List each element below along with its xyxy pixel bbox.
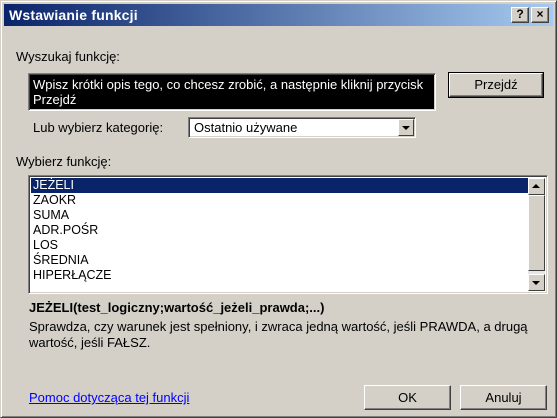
close-icon[interactable]: × xyxy=(531,7,549,23)
title-bar[interactable]: Wstawianie funkcji ? × xyxy=(4,4,553,26)
search-label: Wyszukaj funkcję: xyxy=(16,49,120,64)
arrow-glyph xyxy=(402,126,410,130)
cancel-button[interactable]: Anuluj xyxy=(460,385,547,410)
scrollbar-thumb[interactable] xyxy=(528,195,545,271)
function-list-item[interactable]: JEŻELI xyxy=(31,178,528,193)
function-list-item[interactable]: ZAOKR xyxy=(31,193,528,208)
search-input[interactable]: Wpisz krótki opis tego, co chcesz zrobić… xyxy=(28,73,436,111)
function-signature: JEŻELI(test_logiczny;wartość_jeżeli_praw… xyxy=(29,300,325,315)
insert-function-dialog: Wstawianie funkcji ? × Wyszukaj funkcję:… xyxy=(0,0,557,418)
function-description: Sprawdza, czy warunek jest spełniony, i … xyxy=(29,319,528,350)
go-button[interactable]: Przejdź xyxy=(448,72,544,98)
function-list-item[interactable]: SUMA xyxy=(31,208,528,223)
ok-button[interactable]: OK xyxy=(364,385,451,410)
arrow-glyph xyxy=(532,184,540,188)
window-title: Wstawianie funkcji xyxy=(9,7,138,23)
chevron-down-icon[interactable] xyxy=(398,119,414,136)
function-list-item[interactable]: ŚREDNIA xyxy=(31,253,528,268)
listbox-scrollbar[interactable] xyxy=(528,178,545,291)
function-listbox[interactable]: JEŻELI ZAOKR SUMA ADR.POŚR LOS ŚREDNIA HIPERŁĄ… xyxy=(28,175,548,294)
function-list-item[interactable]: LOS xyxy=(31,238,528,253)
function-list-item[interactable]: ADR.POŚR xyxy=(31,223,528,238)
category-value: Ostatnio używane xyxy=(194,120,298,135)
scroll-up-icon[interactable] xyxy=(528,178,545,195)
category-label: Lub wybierz kategorię: xyxy=(33,120,164,135)
function-items: JEŻELI ZAOKR SUMA ADR.POŚR LOS ŚREDNIA HIPERŁĄ… xyxy=(31,178,528,283)
arrow-glyph xyxy=(532,281,540,285)
scroll-down-icon[interactable] xyxy=(528,274,545,291)
category-select[interactable]: Ostatnio używane xyxy=(188,117,416,138)
function-list-item[interactable]: HIPERŁĄCZE xyxy=(31,268,528,283)
help-link[interactable]: Pomoc dotycząca tej funkcji xyxy=(29,390,189,405)
function-list-label: Wybierz funkcję: xyxy=(16,154,112,169)
help-icon[interactable]: ? xyxy=(511,7,529,23)
